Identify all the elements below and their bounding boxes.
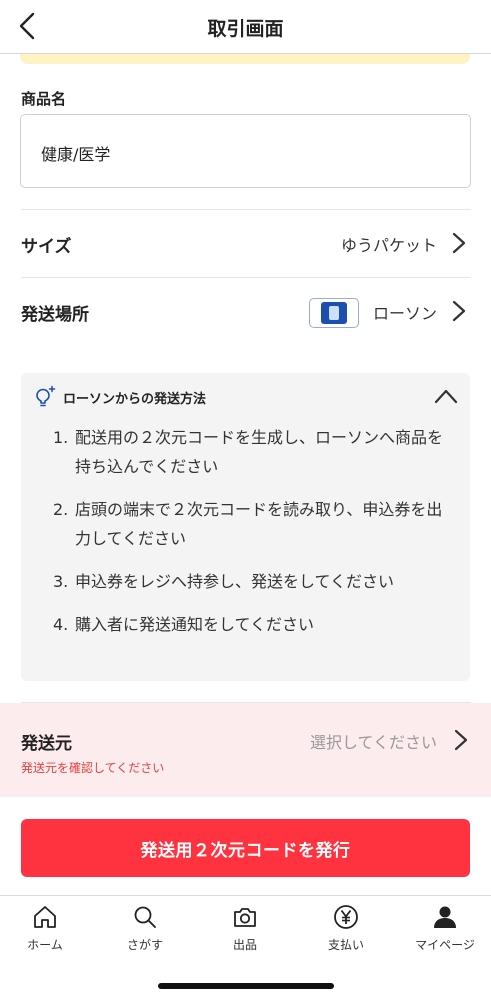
person-icon — [434, 906, 456, 928]
divider — [21, 702, 471, 703]
tab-sell[interactable]: 出品 — [205, 904, 285, 953]
chevron-up-icon[interactable] — [434, 387, 458, 405]
sender-error-message: 発送元を確認してください — [21, 761, 165, 775]
list-item: 1. 配送用の２次元コードを生成し、ローソンへ商品を持ち込んでください — [53, 428, 444, 476]
shipping-location-row[interactable]: 発送場所 ローソン — [21, 277, 471, 345]
home-indicator — [158, 983, 334, 989]
sender-row[interactable]: 発送元 選択してください 発送元を確認してください — [0, 703, 491, 797]
instructions-title: ローソンからの発送方法 — [63, 392, 207, 407]
list-item: 4. 購入者に発送通知をしてください — [53, 615, 315, 634]
shipping-location-value: ローソン — [372, 304, 437, 323]
sender-placeholder: 選択してください — [309, 733, 437, 752]
shipping-instructions-panel: ローソンからの発送方法 1. 配送用の２次元コードを生成し、ローソンへ商品を持ち込… — [21, 373, 470, 681]
yen-icon — [334, 905, 358, 929]
list-item: 2. 店頭の端末で２次元コードを読み取り、申込券を出力してください — [53, 500, 443, 548]
product-name-label: 商品名 — [21, 90, 67, 108]
tab-payment[interactable]: 支払い — [306, 904, 386, 953]
chevron-right-icon — [454, 729, 468, 751]
chevron-right-icon — [452, 300, 466, 322]
home-icon — [34, 906, 56, 928]
issue-qr-code-button[interactable]: 発送用２次元コードを発行 — [21, 819, 470, 877]
product-name-field: 健康/医学 — [20, 114, 471, 188]
chevron-right-icon — [452, 232, 466, 254]
shipping-location-label: 発送場所 — [21, 305, 89, 325]
lawson-logo-icon — [309, 298, 359, 328]
sender-label: 発送元 — [21, 734, 72, 754]
tab-mypage[interactable]: マイページ — [405, 904, 485, 953]
notice-banner — [20, 54, 470, 64]
camera-icon — [234, 908, 256, 927]
size-row[interactable]: サイズ ゆうパケット — [21, 209, 471, 277]
lightbulb-icon — [36, 385, 56, 407]
tab-home[interactable]: ホーム — [5, 904, 85, 953]
instructions-steps: 1. 配送用の２次元コードを生成し、ローソンへ商品を持ち込んでください 2. 店頭の… — [53, 423, 443, 653]
size-label: サイズ — [21, 237, 72, 257]
tab-search[interactable]: さがす — [105, 904, 185, 953]
list-item: 3. 申込券をレジへ持参し、発送をしてください — [53, 572, 395, 591]
page-title: 取引画面 — [207, 18, 284, 40]
bottom-tab-bar: ホーム さがす 出品 支払い マイページ — [0, 895, 491, 999]
header-bar: 取引画面 — [0, 0, 491, 54]
size-value: ゆうパケット — [340, 236, 437, 255]
search-icon — [134, 906, 156, 928]
